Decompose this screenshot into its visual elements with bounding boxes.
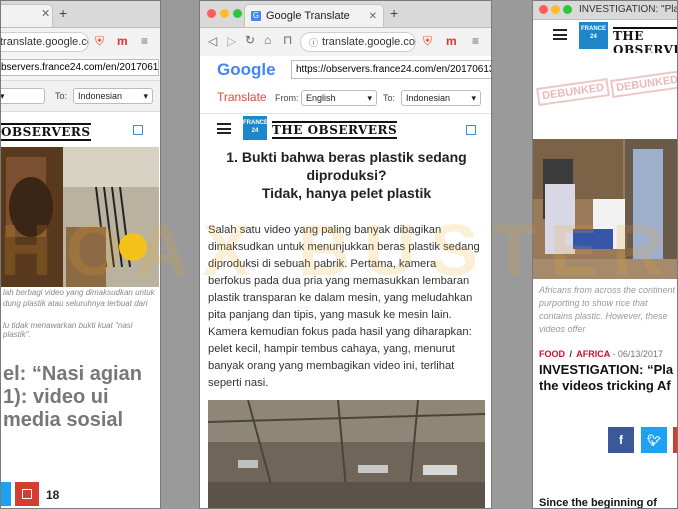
observers-logo: OBSERVERS	[1, 123, 91, 141]
center-toolbar: ◁ ▷ ↻ ⌂ ⊓ ⓘ translate.google.com/tr... ⛨…	[200, 28, 491, 57]
share-square-icon[interactable]	[466, 125, 476, 135]
france24-logo-text: FRANCE 24	[581, 26, 606, 40]
category-africa[interactable]: AFRICA	[576, 349, 610, 359]
heading-line-1: 1. Bukti bahwa beras plastik sedang	[226, 149, 467, 165]
france24-logo-text: FRANCE 24	[243, 120, 268, 134]
url-text: translate.google.com/tr...	[322, 36, 415, 48]
to-label: To:	[55, 91, 68, 101]
hamburger-menu-icon[interactable]	[217, 123, 231, 134]
close-tab-icon[interactable]: ✕	[41, 7, 50, 20]
twitter-share-button[interactable]	[1, 482, 11, 506]
maximize-window-button[interactable]	[233, 9, 242, 18]
info-icon: ⓘ	[309, 37, 319, 48]
left-tab-bar: ✕ +	[1, 1, 160, 28]
france24-logo[interactable]: FRANCE 24	[579, 22, 608, 49]
square-icon	[22, 489, 32, 499]
to-language-select[interactable]: Indonesian ▾	[73, 88, 153, 104]
from-label: From:	[275, 93, 299, 103]
left-address-row: bservers.france24.com/en/20170613-inv	[1, 56, 160, 81]
left-toolbar: translate.google.com/translate?sl=en ⛨ m…	[1, 28, 160, 57]
close-window-button[interactable]	[207, 9, 216, 18]
minimize-window-button[interactable]	[220, 9, 229, 18]
left-video-photo	[1, 147, 159, 287]
category-separator: /	[569, 349, 573, 359]
google-translate-favicon: G	[251, 11, 261, 21]
right-headline: INVESTIGATION: “Pla the videos tricking …	[539, 362, 674, 393]
hamburger-menu-icon[interactable]	[553, 29, 567, 40]
google-logo: Google	[217, 60, 276, 79]
close-tab-icon[interactable]: ✕	[369, 11, 377, 22]
france24-logo[interactable]: FRANCE 24	[243, 116, 268, 140]
left-photo-svg	[1, 147, 159, 287]
right-tab-bar: INVESTIGATION: "Plastic	[533, 1, 677, 20]
right-photo-svg	[533, 139, 677, 279]
reload-icon[interactable]: ↻	[245, 33, 255, 47]
article-lead: Since the beginning of	[539, 497, 657, 509]
publish-date: - 06/13/2017	[612, 349, 663, 359]
debunked-banner: DEBUNKED DEBUNKED	[533, 53, 677, 139]
new-tab-icon[interactable]: +	[59, 5, 67, 21]
url-text: translate.google.com/translate?sl=en	[0, 36, 88, 48]
from-language-select[interactable]: English ▾	[301, 90, 377, 106]
left-photo-caption: lah berbagi video yang dimaksudkan untuk…	[3, 288, 155, 308]
share-count: 18	[46, 488, 60, 502]
left-headline: el: “Nasi agian 1): video ui media sosia…	[3, 363, 142, 431]
right-video-photo	[533, 139, 677, 279]
google-translate-tab[interactable]: G Google Translate ✕	[244, 4, 384, 27]
left-translate-bar: ▾ To: Indonesian ▾	[1, 81, 160, 112]
center-address-input[interactable]: https://observers.france24.com/en/201706…	[291, 60, 491, 79]
from-language-value: English	[306, 93, 336, 103]
new-tab-icon[interactable]: +	[390, 5, 398, 21]
section-heading: 1. Bukti bahwa beras plastik sedang dipr…	[208, 148, 485, 202]
close-window-button[interactable]	[539, 5, 548, 14]
maximize-window-button[interactable]	[563, 5, 572, 14]
back-icon[interactable]: ◁	[208, 34, 217, 48]
debunked-stamp: DEBUNKED	[536, 78, 611, 106]
left-browser-window: ✕ + translate.google.com/translate?sl=en…	[0, 0, 161, 509]
left-photo-credit: lu tidak menawarkan bukti kuat "nasi pla…	[3, 321, 133, 339]
brave-shield-icon[interactable]: ⛨	[95, 34, 104, 49]
tab-title: Google Translate	[266, 10, 350, 22]
forward-icon[interactable]: ▷	[227, 34, 236, 48]
factory-photo-svg	[208, 400, 485, 508]
minimize-window-button[interactable]	[551, 5, 560, 14]
right-browser-window: INVESTIGATION: "Plastic FRANCE 24 THE OB…	[532, 0, 678, 509]
facebook-share-button[interactable]: f	[608, 427, 634, 453]
article-body: Salah satu video yang paling banyak diba…	[208, 224, 480, 389]
factory-photo	[208, 400, 485, 508]
from-language-select[interactable]: ▾	[1, 88, 45, 104]
to-language-value: Indonesian	[406, 93, 451, 103]
bookmark-icon[interactable]: ⊓	[283, 33, 292, 47]
heading-line-2: diproduksi?	[306, 167, 387, 183]
brave-shield-icon[interactable]: ⛨	[423, 34, 432, 49]
to-language-select[interactable]: Indonesian ▾	[401, 90, 481, 106]
category-food[interactable]: FOOD	[539, 349, 565, 359]
debunked-stamp: DEBUNKED	[610, 70, 677, 98]
extension-m-icon[interactable]: m	[117, 34, 128, 48]
to-language-value: Indonesian	[78, 91, 123, 101]
center-google-bar: Google https://observers.france24.com/en…	[200, 56, 491, 86]
translate-label: Translate	[217, 90, 267, 104]
right-photo-caption: Africans from across the continent purpo…	[539, 285, 676, 334]
center-tab-bar: G Google Translate ✕ +	[200, 1, 491, 28]
center-url-bar[interactable]: ⓘ translate.google.com/tr...	[300, 32, 416, 52]
window-title: INVESTIGATION: "Plastic	[579, 4, 678, 15]
center-browser-window: G Google Translate ✕ + ◁ ▷ ↻ ⌂ ⊓ ⓘ trans…	[199, 0, 492, 509]
category-line: FOOD / AFRICA - 06/13/2017	[539, 349, 663, 359]
share-square-icon[interactable]	[133, 125, 143, 135]
home-icon[interactable]: ⌂	[264, 33, 271, 47]
center-translate-bar: Translate From: English ▾ To: Indonesian ▾	[200, 83, 491, 114]
twitter-share-button[interactable]: 🐦︎	[641, 427, 667, 453]
heading-line-3: Tidak, hanya pelet plastik	[261, 185, 432, 201]
menu-icon[interactable]: ≡	[141, 34, 148, 48]
left-address-input[interactable]: bservers.france24.com/en/20170613-inv	[1, 59, 159, 76]
google-share-button[interactable]	[673, 427, 677, 453]
to-label: To:	[383, 93, 396, 103]
left-url-bar[interactable]: translate.google.com/translate?sl=en	[0, 32, 89, 52]
twitter-bird-icon: 🐦︎	[647, 434, 661, 447]
observers-logo[interactable]: THE OBSERVERS	[272, 121, 398, 139]
google-share-button[interactable]	[15, 482, 39, 506]
extension-m-icon[interactable]: m	[446, 34, 457, 48]
menu-icon[interactable]: ≡	[472, 34, 479, 48]
